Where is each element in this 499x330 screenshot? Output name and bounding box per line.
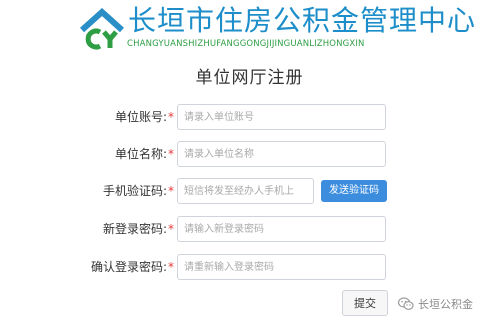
account-row: 单位账号:* [0,104,499,130]
sms-code-label: 手机验证码:* [102,184,174,198]
watermark-text: 长垣公积金 [418,298,473,311]
required-mark: * [168,147,174,161]
confirm-password-input[interactable] [177,254,386,280]
sms-code-row: 手机验证码:* 发送验证码 [0,178,499,204]
watermark: 长垣公积金 [398,295,473,313]
wechat-icon [398,297,414,311]
name-label: 单位名称:* [114,147,174,161]
page-title: 单位网厅注册 [195,68,304,88]
account-input[interactable] [177,104,386,130]
required-mark: * [168,110,174,124]
required-mark: * [168,184,174,198]
confirm-password-row: 确认登录密码:* [0,254,499,280]
send-code-button[interactable]: 发送验证码 [321,180,387,202]
new-password-label: 新登录密码:* [102,222,174,236]
org-pinyin: CHANGYUANSHIZHUFANGGONGJIJINGUANLIZHONGX… [127,39,365,49]
submit-button[interactable]: 提交 [342,290,388,316]
new-password-input[interactable] [177,216,386,242]
required-mark: * [168,222,174,236]
org-name: 长垣市住房公积金管理中心 [128,4,477,37]
name-row: 单位名称:* [0,141,499,167]
account-label: 单位账号:* [114,110,174,124]
sms-code-input[interactable] [177,178,314,204]
required-mark: * [168,260,174,274]
new-password-row: 新登录密码:* [0,216,499,242]
confirm-password-label: 确认登录密码:* [90,260,174,274]
logo-icon [79,7,125,52]
name-input[interactable] [177,141,386,167]
